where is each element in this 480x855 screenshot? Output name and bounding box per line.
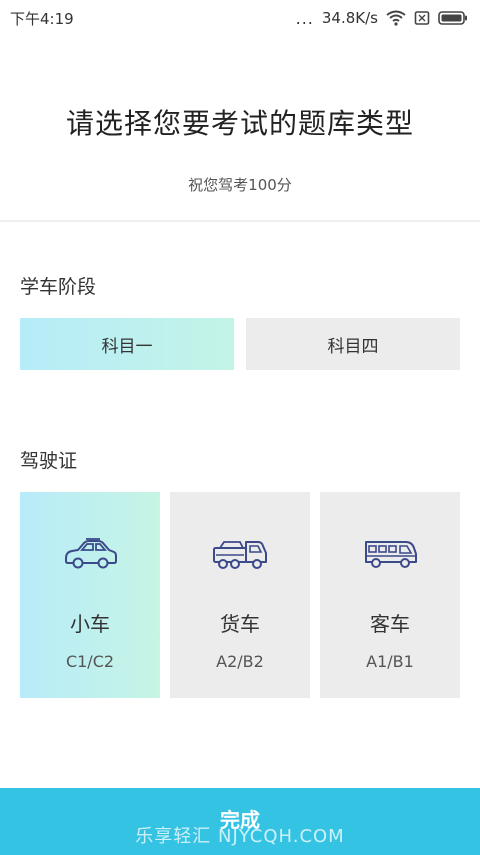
wifi-icon [386, 10, 406, 26]
watermark: 乐享轻汇 NJYCQH.COM [135, 826, 345, 847]
stage-section-label: 学车阶段 [20, 276, 97, 298]
stage-option-subject-four[interactable]: 科目四 [246, 318, 460, 370]
page-title: 请选择您要考试的题库类型 [65, 107, 414, 140]
license-section-label: 驾驶证 [20, 450, 78, 472]
status-bar: 下午4:19 ... 34.8K/s [0, 0, 480, 36]
vehicle-name: 小车 [70, 612, 110, 636]
app-screen: 下午4:19 ... 34.8K/s 请选择您要考试的题库类型 祝您驾考100分… [0, 0, 480, 855]
stage-option-label: 科目四 [327, 336, 379, 357]
status-indicators: ... 34.8K/s [296, 9, 468, 28]
license-option-truck[interactable]: 货车 A2/B2 [170, 492, 310, 698]
battery-icon [438, 10, 468, 26]
stage-option-subject-one[interactable]: 科目一 [20, 318, 234, 370]
page-header: 请选择您要考试的题库类型 祝您驾考100分 [0, 36, 480, 222]
page-subtitle: 祝您驾考100分 [188, 176, 292, 194]
bus-icon [360, 536, 420, 572]
network-speed: 34.8K/s [321, 9, 378, 27]
vehicle-name: 货车 [220, 612, 260, 636]
license-code: A1/B1 [366, 652, 414, 671]
vehicle-name: 客车 [370, 612, 410, 636]
more-dots: ... [295, 8, 314, 28]
stage-option-label: 科目一 [101, 336, 153, 357]
license-code: A2/B2 [216, 652, 264, 671]
sim-icon [414, 10, 430, 26]
license-option-bus[interactable]: 客车 A1/B1 [320, 492, 460, 698]
truck-icon [210, 536, 270, 572]
license-option-car[interactable]: 小车 C1/C2 [20, 492, 160, 698]
status-time: 下午4:19 [10, 9, 74, 28]
car-icon [60, 536, 120, 572]
license-code: C1/C2 [65, 652, 115, 671]
